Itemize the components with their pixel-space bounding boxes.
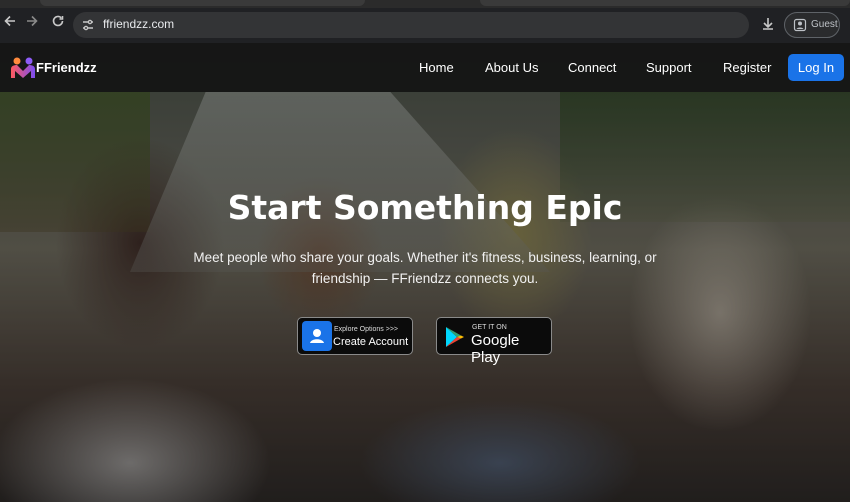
browser-tab[interactable] [40,0,365,6]
url-text[interactable]: ffriendzz.com [103,17,174,31]
site-navbar: FFriendzz Home About Us Connect Support … [0,43,850,92]
browser-tab[interactable] [480,0,850,6]
create-account-label: Create Account [333,336,409,348]
web-page: FFriendzz Home About Us Connect Support … [0,43,850,502]
address-bar[interactable]: ffriendzz.com [73,12,749,38]
user-icon [302,321,332,351]
nav-link-register[interactable]: Register [723,60,771,75]
hero-title: Start Something Epic [227,188,623,227]
site-info-icon[interactable] [81,18,95,32]
google-play-icon [446,327,464,347]
login-button[interactable]: Log In [788,54,844,81]
nav-link-support[interactable]: Support [646,60,692,75]
create-account-caption: Explore Options >>> [334,326,399,333]
google-play-button[interactable]: GET IT ON Google Play [436,317,552,366]
hero-subtitle: Meet people who share your goals. Whethe… [193,250,657,286]
create-account-button[interactable]: Explore Options >>> Create Account [297,317,413,355]
profile-icon [793,18,807,32]
forward-icon[interactable] [22,14,42,34]
nav-link-connect[interactable]: Connect [568,60,616,75]
download-icon[interactable] [758,14,778,34]
google-play-label: Google Play [471,332,520,366]
back-icon[interactable] [0,14,20,34]
profile-button[interactable]: Guest [784,12,840,38]
browser-toolbar: ffriendzz.com Guest [0,0,850,43]
nav-link-about-us[interactable]: About Us [485,60,538,75]
tab-strip [0,0,850,8]
google-play-caption: GET IT ON [472,324,507,331]
reload-icon[interactable] [48,14,68,34]
brand-logo-icon[interactable] [10,56,36,80]
nav-link-home[interactable]: Home [419,60,454,75]
profile-label: Guest [811,19,838,30]
brand-name[interactable]: FFriendzz [36,60,97,75]
